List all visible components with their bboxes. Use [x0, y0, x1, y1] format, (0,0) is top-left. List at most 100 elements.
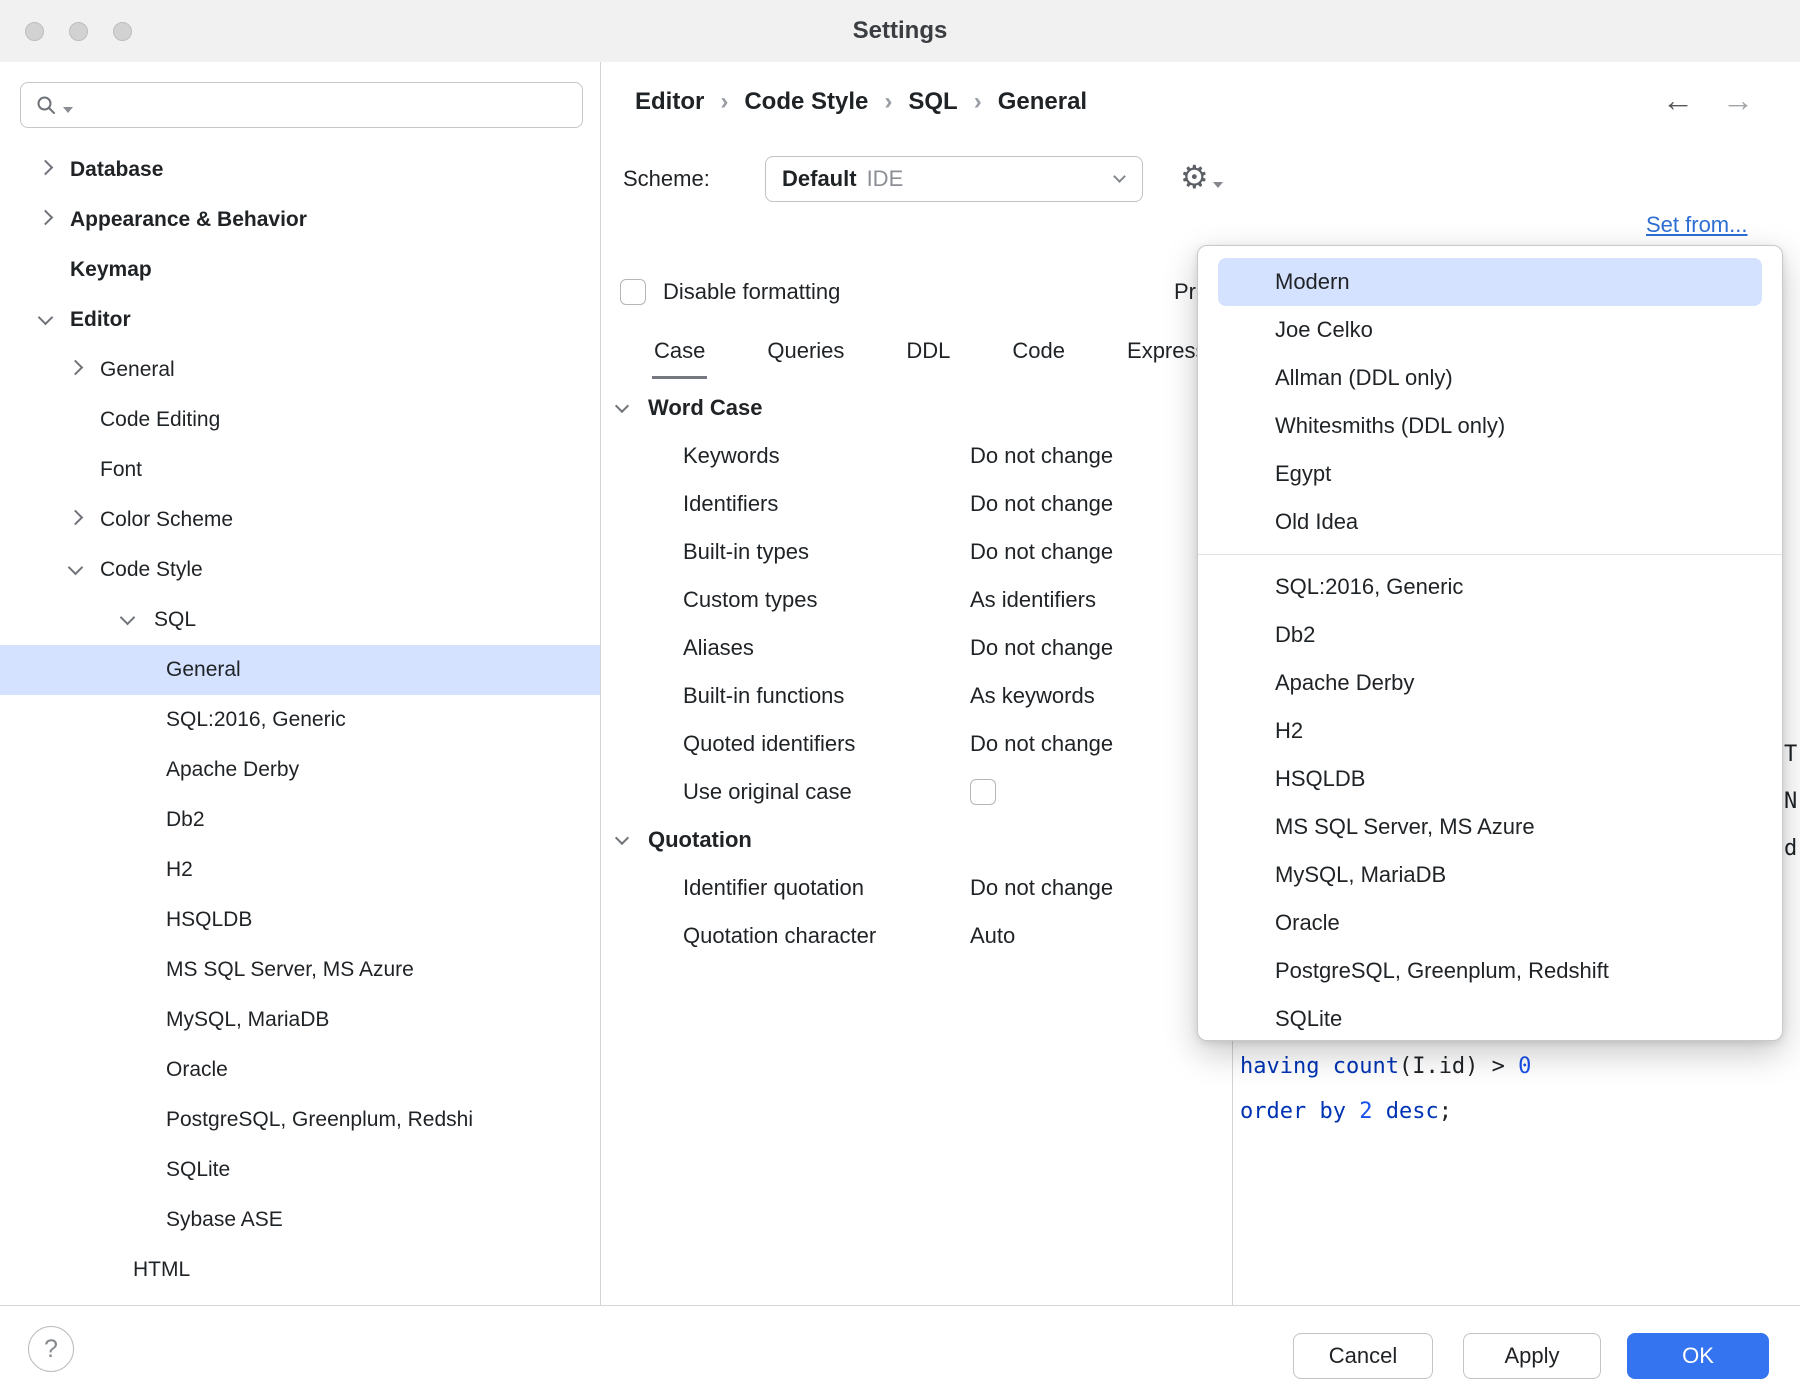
setting-value-dropdown[interactable]: Do not change	[970, 443, 1113, 469]
section-header-word-case[interactable]: Word Case	[600, 384, 1200, 432]
tree-item-postgresql-greenplum-redshi[interactable]: PostgreSQL, Greenplum, Redshi	[0, 1095, 600, 1145]
help-icon: ?	[44, 1335, 58, 1364]
tree-item-label: Appearance & Behavior	[70, 208, 307, 232]
popup-item-hsqldb[interactable]: HSQLDB	[1218, 755, 1762, 803]
popup-item-ms-sql-server-ms-azure[interactable]: MS SQL Server, MS Azure	[1218, 803, 1762, 851]
popup-item-old-idea[interactable]: Old Idea	[1218, 498, 1762, 546]
cancel-button[interactable]: Cancel	[1293, 1333, 1433, 1379]
popup-item-h2[interactable]: H2	[1218, 707, 1762, 755]
setting-value-dropdown[interactable]: As identifiers	[970, 587, 1096, 613]
set-from-link[interactable]: Set from...	[1646, 212, 1747, 238]
popup-item-whitesmiths-ddl-only[interactable]: Whitesmiths (DDL only)	[1218, 402, 1762, 450]
breadcrumb-item-editor[interactable]: Editor	[635, 88, 704, 116]
popup-item-postgresql-greenplum-redshift[interactable]: PostgreSQL, Greenplum, Redshift	[1218, 947, 1762, 995]
setting-row-keywords: KeywordsDo not change	[600, 432, 1200, 480]
tree-item-sqlite[interactable]: SQLite	[0, 1145, 600, 1195]
setting-checkbox[interactable]	[970, 779, 996, 805]
tree-item-hsqldb[interactable]: HSQLDB	[0, 895, 600, 945]
tree-item-font[interactable]: Font	[0, 445, 600, 495]
clipped-code-fragment: T	[1784, 742, 1797, 767]
help-button[interactable]: ?	[28, 1326, 74, 1372]
tree-item-sql[interactable]: SQL	[0, 595, 600, 645]
tree-item-editor[interactable]: Editor	[0, 295, 600, 345]
tree-item-general[interactable]: General	[0, 345, 600, 395]
section-header-quotation[interactable]: Quotation	[600, 816, 1200, 864]
breadcrumb-item-general[interactable]: General	[998, 88, 1087, 116]
tree-item-sybase-ase[interactable]: Sybase ASE	[0, 1195, 600, 1245]
setting-label: Keywords	[683, 443, 970, 469]
tree-item-keymap[interactable]: Keymap	[0, 245, 600, 295]
tree-item-h2[interactable]: H2	[0, 845, 600, 895]
tree-item-apache-derby[interactable]: Apache Derby	[0, 745, 600, 795]
section-title: Quotation	[648, 827, 752, 853]
tree-item-label: General	[166, 658, 241, 682]
popup-item-joe-celko[interactable]: Joe Celko	[1218, 306, 1762, 354]
disable-formatting-checkbox[interactable]	[620, 279, 646, 305]
gear-icon[interactable]: ⚙	[1180, 158, 1209, 196]
tree-item-ms-sql-server-ms-azure[interactable]: MS SQL Server, MS Azure	[0, 945, 600, 995]
search-input[interactable]	[20, 82, 583, 128]
popup-item-oracle[interactable]: Oracle	[1218, 899, 1762, 947]
chevron-down-icon[interactable]	[120, 610, 136, 626]
setting-value-dropdown[interactable]: Do not change	[970, 731, 1113, 757]
tree-item-label: Oracle	[166, 1058, 228, 1082]
popup-item-db2[interactable]: Db2	[1218, 611, 1762, 659]
tree-item-code-style[interactable]: Code Style	[0, 545, 600, 595]
tree-item-mysql-mariadb[interactable]: MySQL, MariaDB	[0, 995, 600, 1045]
chevron-right-icon[interactable]	[68, 510, 84, 526]
chevron-right-icon[interactable]	[38, 160, 54, 176]
tree-item-sql-2016-generic[interactable]: SQL:2016, Generic	[0, 695, 600, 745]
tab-case[interactable]: Case	[652, 330, 707, 379]
chevron-down-icon[interactable]	[38, 310, 54, 326]
section-title: Word Case	[648, 395, 763, 421]
tab-code[interactable]: Code	[1010, 330, 1067, 376]
tab-ddl[interactable]: DDL	[904, 330, 952, 376]
setting-row-identifier-quotation: Identifier quotationDo not change	[600, 864, 1200, 912]
popup-item-mysql-mariadb[interactable]: MySQL, MariaDB	[1218, 851, 1762, 899]
tree-item-color-scheme[interactable]: Color Scheme	[0, 495, 600, 545]
tree-item-appearance-behavior[interactable]: Appearance & Behavior	[0, 195, 600, 245]
chevron-down-icon	[1113, 170, 1126, 183]
search-options-caret-icon[interactable]	[63, 107, 73, 113]
setting-value-dropdown[interactable]: Do not change	[970, 875, 1113, 901]
setting-value-dropdown[interactable]: As keywords	[970, 683, 1095, 709]
popup-item-modern[interactable]: Modern	[1218, 258, 1762, 306]
tree-item-label: Code Editing	[100, 408, 220, 432]
tree-item-general[interactable]: General	[0, 645, 600, 695]
popup-item-sql-2016-generic[interactable]: SQL:2016, Generic	[1218, 563, 1762, 611]
scheme-value: Default	[782, 166, 857, 192]
setting-value-dropdown[interactable]: Do not change	[970, 539, 1113, 565]
set-from-popup: ModernJoe CelkoAllman (DDL only)Whitesmi…	[1197, 245, 1783, 1041]
setting-value-dropdown[interactable]: Auto	[970, 923, 1015, 949]
tab-queries[interactable]: Queries	[765, 330, 846, 376]
breadcrumb-item-code-style[interactable]: Code Style	[744, 88, 868, 116]
popup-item-apache-derby[interactable]: Apache Derby	[1218, 659, 1762, 707]
tree-item-html[interactable]: HTML	[0, 1245, 600, 1295]
popup-group-styles: ModernJoe CelkoAllman (DDL only)Whitesmi…	[1198, 258, 1782, 546]
scheme-dropdown[interactable]: Default IDE	[765, 156, 1143, 202]
breadcrumb-item-sql[interactable]: SQL	[908, 88, 957, 116]
setting-row-quotation-character: Quotation characterAuto	[600, 912, 1200, 960]
setting-value-dropdown[interactable]: Do not change	[970, 635, 1113, 661]
code-token: 0	[1518, 1054, 1531, 1079]
chevron-down-icon[interactable]	[68, 560, 84, 576]
ok-button[interactable]: OK	[1627, 1333, 1769, 1379]
tree-item-code-editing[interactable]: Code Editing	[0, 395, 600, 445]
apply-button[interactable]: Apply	[1463, 1333, 1601, 1379]
popup-item-egypt[interactable]: Egypt	[1218, 450, 1762, 498]
tree-item-oracle[interactable]: Oracle	[0, 1045, 600, 1095]
chevron-right-icon[interactable]	[68, 360, 84, 376]
tree-item-label: HSQLDB	[166, 908, 252, 932]
chevron-down-icon[interactable]	[615, 831, 629, 845]
preview-label-fragment: Pr	[1174, 279, 1196, 305]
tree-item-database[interactable]: Database	[0, 145, 600, 195]
back-arrow-icon[interactable]: ←	[1662, 84, 1694, 116]
chevron-down-icon[interactable]	[615, 399, 629, 413]
popup-item-allman-ddl-only[interactable]: Allman (DDL only)	[1218, 354, 1762, 402]
chevron-right-icon[interactable]	[38, 210, 54, 226]
forward-arrow-icon[interactable]: →	[1722, 84, 1754, 116]
setting-value-dropdown[interactable]: Do not change	[970, 491, 1113, 517]
tree-item-db2[interactable]: Db2	[0, 795, 600, 845]
breadcrumb-separator: ›	[720, 88, 728, 116]
popup-item-sqlite[interactable]: SQLite	[1218, 995, 1762, 1041]
